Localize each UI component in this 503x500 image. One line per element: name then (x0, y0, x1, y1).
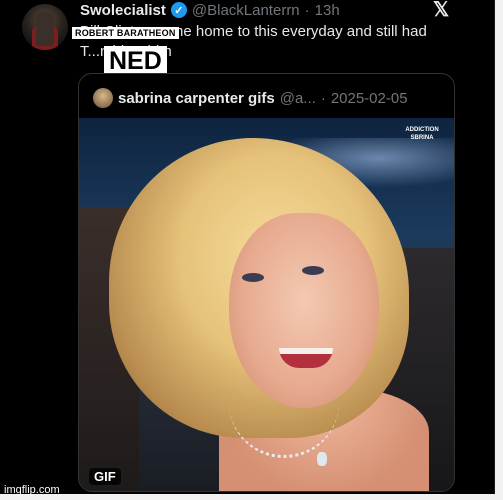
gif-badge[interactable]: GIF (89, 468, 121, 485)
meme-label-ned: NED (104, 46, 167, 76)
subject-right-eye (302, 266, 324, 275)
quoted-avatar[interactable] (93, 88, 113, 108)
quoted-display-name[interactable]: sabrina carpenter gifs (118, 90, 275, 107)
quoted-tweet-card[interactable]: sabrina carpenter gifs @a... · 2025-02-0… (78, 73, 455, 492)
quoted-handle[interactable]: @a... (280, 90, 316, 107)
quoted-tweet-header: sabrina carpenter gifs @a... · 2025-02-0… (93, 88, 408, 108)
right-border (495, 0, 503, 500)
display-name[interactable]: Swolecialist (80, 2, 166, 19)
imgflip-watermark: imgflip.com (4, 484, 60, 496)
meme-label-robert: ROBERT BARATHEON (72, 27, 179, 39)
separator-dot: · (304, 1, 310, 19)
user-handle[interactable]: @BlackLanterrn (192, 2, 300, 19)
necklace-pendant (317, 452, 327, 466)
gif-media[interactable]: ADDICTION SBRINA GIF (79, 118, 454, 491)
tweet-timestamp[interactable]: 13h (315, 2, 340, 19)
quoted-separator-dot: · (320, 89, 326, 107)
x-logo-icon[interactable]: 𝕏 (433, 0, 453, 20)
user-avatar[interactable] (22, 4, 68, 50)
tweet-header: Swolecialist ✓ @BlackLanterrn · 13h (80, 0, 340, 20)
verified-badge-icon: ✓ (170, 2, 187, 18)
subject-face (229, 213, 379, 408)
subject-left-eye (242, 273, 264, 282)
quoted-date[interactable]: 2025-02-05 (331, 90, 408, 107)
media-watermark: ADDICTION SBRINA (405, 127, 439, 141)
avatar-figure (36, 12, 54, 46)
bottom-border (0, 494, 503, 500)
